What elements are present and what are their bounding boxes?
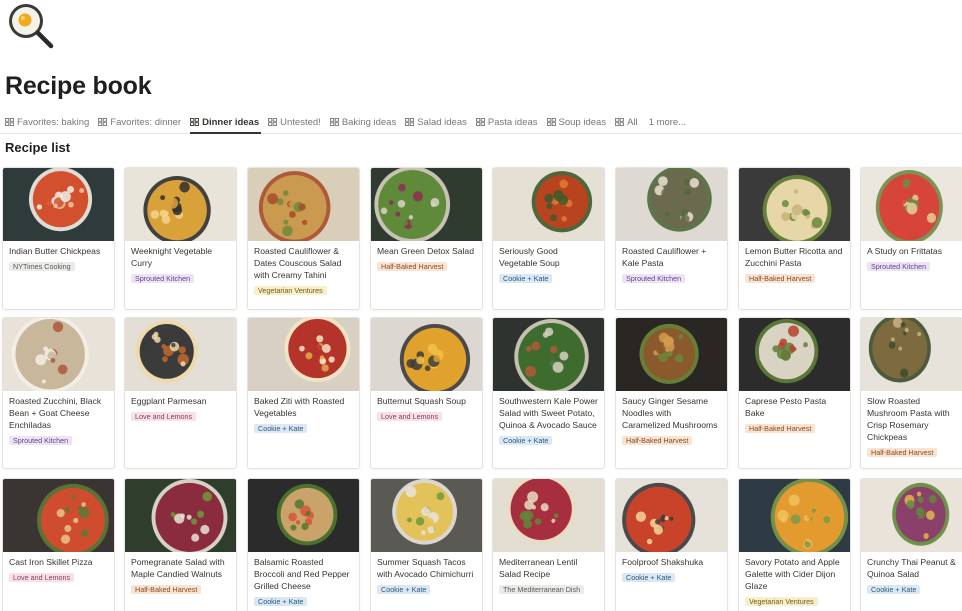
recipe-card[interactable]: A Study on Frittatas Sprouted Kitchen [860, 167, 962, 310]
recipe-photo [3, 318, 114, 391]
recipe-card[interactable]: Roasted Cauliflower & Dates Couscous Sal… [247, 167, 360, 310]
recipe-title: A Study on Frittatas [867, 246, 942, 256]
recipe-card[interactable]: Seriously Good Vegetable Soup Cookie + Ka… [492, 167, 605, 310]
source-tag: Half-Baked Harvest [622, 436, 693, 445]
recipe-card[interactable]: Balsamic Roasted Broccoli and Red Pepper… [247, 478, 360, 611]
recipe-photo [125, 479, 236, 552]
recipe-card[interactable]: Eggplant Parmesan Love and Lemons [124, 317, 237, 469]
source-tag: Half-Baked Harvest [745, 424, 816, 433]
source-tag: Love and Lemons [131, 412, 197, 421]
source-tag: Sprouted Kitchen [131, 274, 195, 283]
recipe-photo [616, 318, 727, 391]
recipe-title: Roasted Cauliflower & Dates Couscous Sal… [254, 246, 342, 280]
recipe-photo [616, 168, 727, 241]
source-tag: Cookie + Kate [377, 585, 431, 594]
recipe-photo [739, 479, 850, 552]
recipe-card[interactable]: Pomegranate Salad with Maple Candied Wal… [124, 478, 237, 611]
recipe-title: Butternut Squash Soup [377, 396, 466, 406]
recipe-card[interactable]: Southwestern Kale Power Salad with Sweet… [492, 317, 605, 469]
recipe-card[interactable]: Cast Iron Skillet Pizza Love and Lemons [2, 478, 115, 611]
recipe-title: Seriously Good Vegetable Soup [499, 246, 560, 268]
recipe-title: Cast Iron Skillet Pizza [9, 557, 93, 567]
source-tag: Sprouted Kitchen [622, 274, 686, 283]
source-tag: Half-Baked Harvest [867, 448, 938, 457]
recipe-photo [248, 479, 359, 552]
recipe-title: Saucy Ginger Sesame Noodles with Caramel… [622, 396, 718, 430]
recipe-card[interactable]: Crunchy Thai Peanut & Quinoa Salad Cookie… [860, 478, 962, 611]
recipe-card[interactable]: Slow Roasted Mushroom Pasta with Crisp R… [860, 317, 962, 469]
recipe-photo [493, 479, 604, 552]
recipe-card[interactable]: Mean Green Detox Salad Half-Baked Harvest [370, 167, 483, 310]
recipe-title: Slow Roasted Mushroom Pasta with Crisp R… [867, 396, 950, 442]
recipe-photo [248, 168, 359, 241]
source-tag: Cookie + Kate [622, 573, 676, 582]
recipe-title: Balsamic Roasted Broccoli and Red Pepper… [254, 557, 350, 591]
recipe-title: Eggplant Parmesan [131, 396, 207, 406]
source-tag: Half-Baked Harvest [745, 274, 816, 283]
recipe-card[interactable]: Saucy Ginger Sesame Noodles with Caramel… [615, 317, 728, 469]
recipe-title: Pomegranate Salad with Maple Candied Wal… [131, 557, 225, 579]
recipe-card[interactable]: Lemon Butter Ricotta and Zucchini Pasta H… [738, 167, 851, 310]
source-tag: The Mediterranean Dish [499, 585, 585, 594]
source-tag: Vegetarian Ventures [745, 597, 818, 606]
source-tag: NYTimes Cooking [9, 262, 75, 271]
recipe-photo [3, 479, 114, 552]
recipe-title: Caprese Pesto Pasta Bake [745, 396, 827, 418]
source-tag: Love and Lemons [9, 573, 75, 582]
recipe-photo [371, 318, 482, 391]
recipe-title: Mediterranean Lentil Salad Recipe [499, 557, 578, 579]
source-tag: Cookie + Kate [499, 274, 553, 283]
recipe-photo [493, 168, 604, 241]
source-tag: Cookie + Kate [499, 436, 553, 445]
recipe-photo [861, 479, 962, 552]
recipe-photo [861, 318, 962, 391]
recipe-title: Roasted Cauliflower + Kale Pasta [622, 246, 707, 268]
recipe-card[interactable]: Indian Butter Chickpeas NYTimes Cooking [2, 167, 115, 310]
recipe-card[interactable]: Caprese Pesto Pasta Bake Half-Baked Harve… [738, 317, 851, 469]
recipe-title: Crunchy Thai Peanut & Quinoa Salad [867, 557, 956, 579]
recipe-card[interactable]: Roasted Cauliflower + Kale Pasta Sprouted… [615, 167, 728, 310]
recipe-photo [371, 479, 482, 552]
recipe-photo [493, 318, 604, 391]
recipe-card[interactable]: Butternut Squash Soup Love and Lemons [370, 317, 483, 469]
recipe-title: Savory Potato and Apple Galette with Cid… [745, 557, 840, 591]
source-tag: Vegetarian Ventures [254, 286, 327, 295]
recipe-title: Lemon Butter Ricotta and Zucchini Pasta [745, 246, 843, 268]
recipe-card[interactable]: Mediterranean Lentil Salad Recipe The Med… [492, 478, 605, 611]
recipe-title: Mean Green Detox Salad [377, 246, 474, 256]
source-tag: Sprouted Kitchen [867, 262, 931, 271]
recipe-title: Foolproof Shakshuka [622, 557, 704, 567]
recipe-title: Roasted Zucchini, Black Bean + Goat Chee… [9, 396, 102, 430]
source-tag: Half-Baked Harvest [377, 262, 448, 271]
recipe-card[interactable]: Roasted Zucchini, Black Bean + Goat Chee… [2, 317, 115, 469]
recipe-title: Baked Ziti with Roasted Vegetables [254, 396, 345, 418]
recipe-card[interactable]: Summer Squash Tacos with Avocado Chimich… [370, 478, 483, 611]
recipe-photo [3, 168, 114, 241]
recipe-photo [125, 318, 236, 391]
recipe-photo [861, 168, 962, 241]
recipe-photo [371, 168, 482, 241]
recipe-title: Weeknight Vegetable Curry [131, 246, 213, 268]
recipe-photo [616, 479, 727, 552]
source-tag: Cookie + Kate [867, 585, 921, 594]
source-tag: Cookie + Kate [254, 597, 308, 606]
recipe-gallery: Indian Butter Chickpeas NYTimes Cooking We… [0, 0, 962, 611]
source-tag: Sprouted Kitchen [9, 436, 73, 445]
recipe-title: Southwestern Kale Power Salad with Sweet… [499, 396, 598, 430]
recipe-card[interactable]: Foolproof Shakshuka Cookie + Kate [615, 478, 728, 611]
recipe-photo [739, 318, 850, 391]
source-tag: Cookie + Kate [254, 424, 308, 433]
recipe-photo [125, 168, 236, 241]
recipe-card[interactable]: Savory Potato and Apple Galette with Cid… [738, 478, 851, 611]
source-tag: Half-Baked Harvest [131, 585, 202, 594]
recipe-photo [739, 168, 850, 241]
recipe-card[interactable]: Baked Ziti with Roasted Vegetables Cookie… [247, 317, 360, 469]
source-tag: Love and Lemons [377, 412, 443, 421]
recipe-title: Indian Butter Chickpeas [9, 246, 101, 256]
recipe-card[interactable]: Weeknight Vegetable Curry Sprouted Kitche… [124, 167, 237, 310]
recipe-photo [248, 318, 359, 391]
recipe-title: Summer Squash Tacos with Avocado Chimich… [377, 557, 474, 579]
